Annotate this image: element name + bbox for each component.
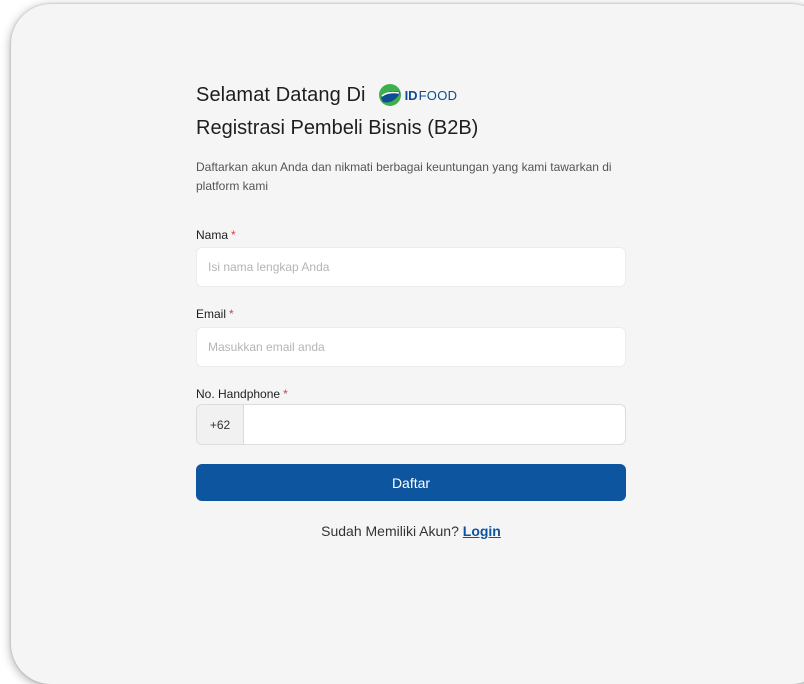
page-description: Daftarkan akun Anda dan nikmati berbagai… xyxy=(196,160,612,193)
country-code-prefix: +62 xyxy=(197,405,244,444)
logo-food-text: FOOD xyxy=(418,87,458,103)
welcome-heading: Selamat Datang Di ID FOOD xyxy=(196,80,457,110)
name-input[interactable]: Isi nama lengkap Anda xyxy=(196,247,626,287)
email-input[interactable]: Masukkan email anda xyxy=(196,327,626,367)
phone-label: No. Handphone * xyxy=(196,387,288,401)
name-label: Nama * xyxy=(196,228,236,242)
login-prompt-text: Sudah Memiliki Akun? xyxy=(321,523,459,539)
email-label: Email * xyxy=(196,307,234,321)
phone-field: +62 xyxy=(196,404,626,445)
logo-id-text: ID xyxy=(404,87,418,103)
phone-input[interactable] xyxy=(244,405,625,444)
email-input-placeholder: Masukkan email anda xyxy=(208,340,325,354)
logo-text: ID FOOD xyxy=(405,88,458,103)
daftar-button[interactable]: Daftar xyxy=(196,464,626,501)
required-mark: * xyxy=(231,228,236,242)
login-prompt: Sudah Memiliki Akun? Login xyxy=(196,523,626,539)
name-label-text: Nama xyxy=(196,228,229,242)
login-link[interactable]: Login xyxy=(463,523,501,539)
welcome-text: Selamat Datang Di xyxy=(196,83,366,106)
idfood-logo: ID FOOD xyxy=(378,83,458,107)
required-mark: * xyxy=(283,387,288,401)
phone-label-text: No. Handphone xyxy=(196,387,281,401)
page-title: Registrasi Pembeli Bisnis (B2B) xyxy=(196,117,479,139)
email-label-text: Email xyxy=(196,307,227,321)
idfood-leaf-icon xyxy=(378,84,401,106)
name-input-placeholder: Isi nama lengkap Anda xyxy=(208,260,330,274)
required-mark: * xyxy=(229,307,234,321)
